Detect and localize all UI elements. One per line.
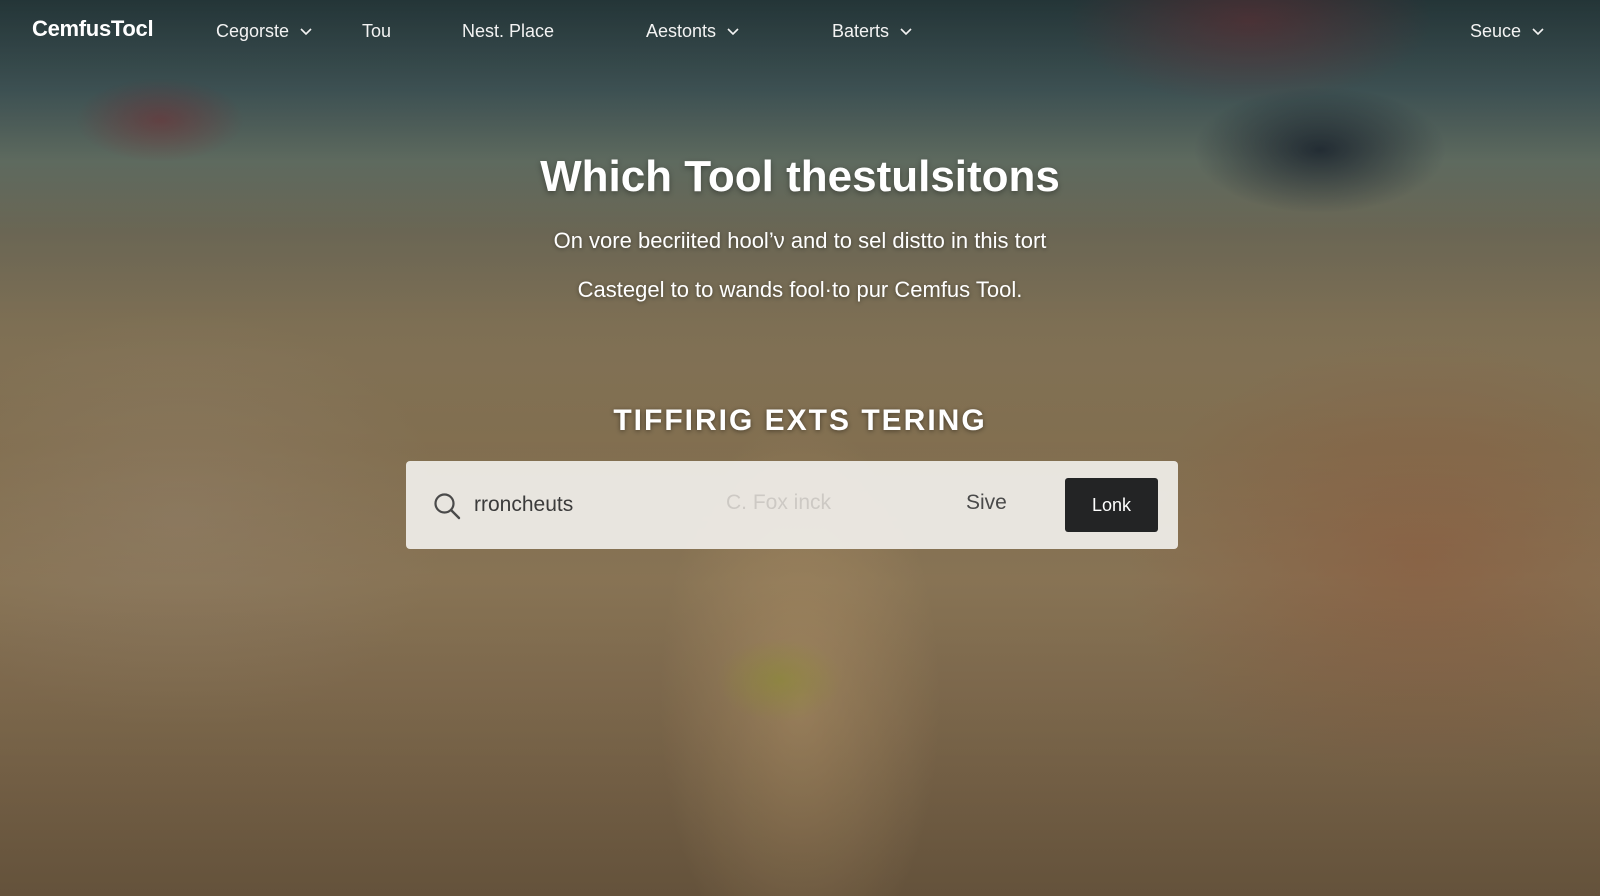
nav-item-label: Tou <box>362 20 392 41</box>
search-panel: C. Fox inck Sive Lonk <box>406 461 1178 549</box>
site-logo[interactable]: CemfusTocl <box>32 16 154 42</box>
hero-subtitle-line-2: Castegel to to wands fool·to pur Cemfus … <box>577 277 1023 302</box>
hero-subtitle-line-1: On vore becriited hool’ν and to sel dist… <box>553 228 1047 253</box>
search-input[interactable] <box>474 485 894 525</box>
nav-item-categories[interactable]: Cegorste <box>216 19 313 43</box>
nav-item-aestonts[interactable]: Aestonts <box>646 19 740 43</box>
top-navbar: CemfusTocl Cegorste Tou Nest. Place Aest… <box>0 0 1600 62</box>
nav-item-label: Aestonts <box>646 20 717 41</box>
nav-item-baterts[interactable]: Baterts <box>832 19 913 43</box>
hero-background-image <box>0 0 1600 896</box>
search-section-heading: TIFFIRIG EXTS TERING <box>613 404 987 437</box>
nav-item-label: Seuce <box>1470 20 1522 41</box>
chevron-down-icon <box>300 28 312 36</box>
nav-item-label: Nest. Place <box>462 20 555 41</box>
chevron-down-icon <box>900 28 912 36</box>
nav-item-nest-place[interactable]: Nest. Place <box>462 19 554 43</box>
nav-item-seuce[interactable]: Seuce <box>1470 19 1545 43</box>
search-icon <box>434 493 461 520</box>
save-button[interactable]: Sive <box>966 491 1007 515</box>
nav-item-label: Baterts <box>832 20 890 41</box>
nav-item-label: Cegorste <box>216 20 290 41</box>
hero-title: Which Tool thestulsitons <box>540 152 1060 201</box>
chevron-down-icon <box>727 28 739 36</box>
chevron-down-icon <box>1532 28 1544 36</box>
nav-item-tou[interactable]: Tou <box>362 19 391 43</box>
lonk-submit-button[interactable]: Lonk <box>1065 478 1158 532</box>
